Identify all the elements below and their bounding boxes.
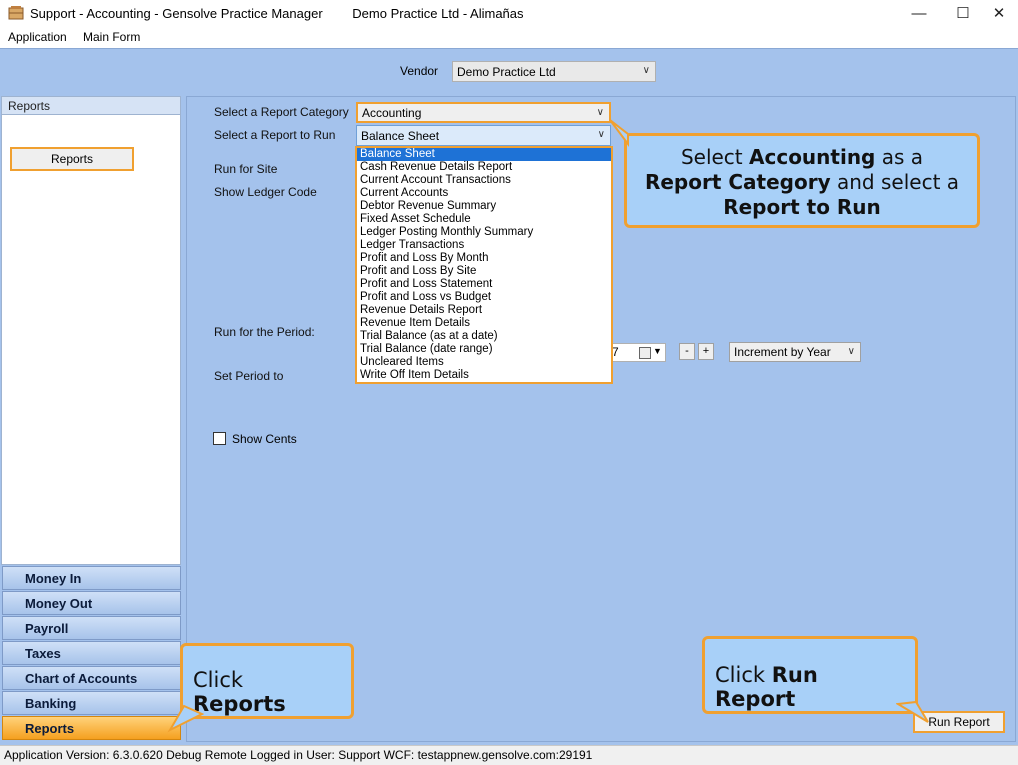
report-option[interactable]: Ledger Transactions [357, 239, 611, 252]
app-icon [8, 6, 24, 20]
vendor-value: Demo Practice Ltd [457, 65, 556, 79]
calendar-icon [639, 347, 651, 359]
nav-money-in[interactable]: Money In [2, 566, 181, 590]
report-option[interactable]: Cash Revenue Details Report [357, 161, 611, 174]
left-panel-header: Reports [2, 97, 180, 115]
increment-select[interactable]: Increment by Year ∨ [729, 342, 861, 362]
callout-text: Click [193, 668, 244, 692]
menu-bar: Application Main Form [0, 28, 1018, 48]
report-option[interactable]: Profit and Loss By Site [357, 265, 611, 278]
report-option[interactable]: Ledger Posting Monthly Summary [357, 226, 611, 239]
report-option[interactable]: Revenue Item Details [357, 317, 611, 330]
report-option[interactable]: Revenue Details Report [357, 304, 611, 317]
reports-button[interactable]: Reports [10, 147, 134, 171]
vendor-select[interactable]: Demo Practice Ltd ∨ [452, 61, 656, 82]
report-option[interactable]: Current Accounts [357, 187, 611, 200]
report-option[interactable]: Uncleared Items [357, 356, 611, 369]
show-cents-checkbox[interactable] [213, 432, 226, 445]
callout-click-reports: Click Reports [180, 643, 354, 719]
minimize-button[interactable]: — [896, 0, 942, 28]
menu-main-form[interactable]: Main Form [83, 30, 140, 44]
increment-button[interactable]: + [698, 343, 714, 360]
menu-application[interactable]: Application [8, 30, 67, 44]
vendor-label: Vendor [400, 64, 439, 78]
report-value: Balance Sheet [361, 129, 440, 143]
show-cents-label: Show Cents [232, 432, 297, 446]
nav-reports[interactable]: Reports [2, 716, 181, 740]
report-option[interactable]: Profit and Loss Statement [357, 278, 611, 291]
report-option[interactable]: Profit and Loss By Month [357, 252, 611, 265]
status-bar: Application Version: 6.3.0.620 Debug Rem… [0, 745, 1018, 765]
left-panel: Reports Reports [1, 96, 181, 565]
report-option[interactable]: Trial Balance (as at a date) [357, 330, 611, 343]
report-option[interactable]: Debtor Revenue Summary [357, 200, 611, 213]
callout-text: Select [680, 145, 749, 169]
callout-text: and select a [830, 170, 960, 194]
date-value: 7 [612, 345, 619, 359]
callout-bold: Reports [193, 692, 286, 716]
report-option[interactable]: Write Off Item Details [357, 369, 611, 382]
report-select[interactable]: Balance Sheet ∨ [356, 125, 611, 146]
chevron-down-icon: ∨ [596, 107, 604, 118]
caret-down-icon: ▼ [653, 346, 662, 356]
callout-bold: Report to Run [723, 195, 881, 219]
chevron-down-icon: ∨ [597, 129, 605, 140]
callout-click-run-report: Click Run Report [702, 636, 918, 714]
site-label: Run for Site [214, 162, 278, 176]
report-option[interactable]: Current Account Transactions [357, 174, 611, 187]
callout-text: as a [875, 145, 924, 169]
nav-money-out[interactable]: Money Out [2, 591, 181, 615]
category-value: Accounting [362, 106, 422, 120]
set-period-label: Set Period to [214, 369, 284, 383]
callout-bold: Accounting [749, 145, 876, 169]
callout-select-category: Select Accounting as a Report Category a… [624, 133, 980, 228]
chevron-down-icon: ∨ [847, 346, 855, 357]
callout-text: Click [715, 663, 772, 687]
callout-pointer [167, 704, 205, 733]
nav-chart-of-accounts[interactable]: Chart of Accounts [2, 666, 181, 690]
callout-bold: Report Category [644, 170, 831, 194]
ledger-label: Show Ledger Code [214, 185, 317, 199]
nav-banking[interactable]: Banking [2, 691, 181, 715]
window-title-app: Support - Accounting - Gensolve Practice… [30, 6, 323, 21]
report-dropdown-list: Balance Sheet Cash Revenue Details Report… [355, 146, 613, 384]
category-label: Select a Report Category [214, 105, 349, 119]
period-label: Run for the Period: [214, 325, 315, 339]
category-select[interactable]: Accounting ∨ [356, 102, 611, 123]
report-label: Select a Report to Run [214, 128, 336, 142]
title-bar: Support - Accounting - Gensolve Practice… [0, 0, 1018, 28]
nav-payroll[interactable]: Payroll [2, 616, 181, 640]
report-option[interactable]: Profit and Loss vs Budget [357, 291, 611, 304]
report-option[interactable]: Balance Sheet [357, 148, 611, 161]
close-button[interactable]: ✕ [976, 0, 1018, 28]
callout-pointer [609, 119, 629, 147]
callout-pointer [896, 700, 929, 723]
window-title-practice: Demo Practice Ltd - Alimañas [352, 6, 524, 21]
date-picker[interactable]: 7 ▼ [608, 343, 666, 362]
report-option[interactable]: Fixed Asset Schedule [357, 213, 611, 226]
decrement-button[interactable]: - [679, 343, 695, 360]
window-title: Support - Accounting - Gensolve Practice… [30, 6, 550, 21]
nav-taxes[interactable]: Taxes [2, 641, 181, 665]
chevron-down-icon: ∨ [642, 65, 650, 76]
report-option[interactable]: Trial Balance (date range) [357, 343, 611, 356]
increment-value: Increment by Year [734, 345, 831, 359]
